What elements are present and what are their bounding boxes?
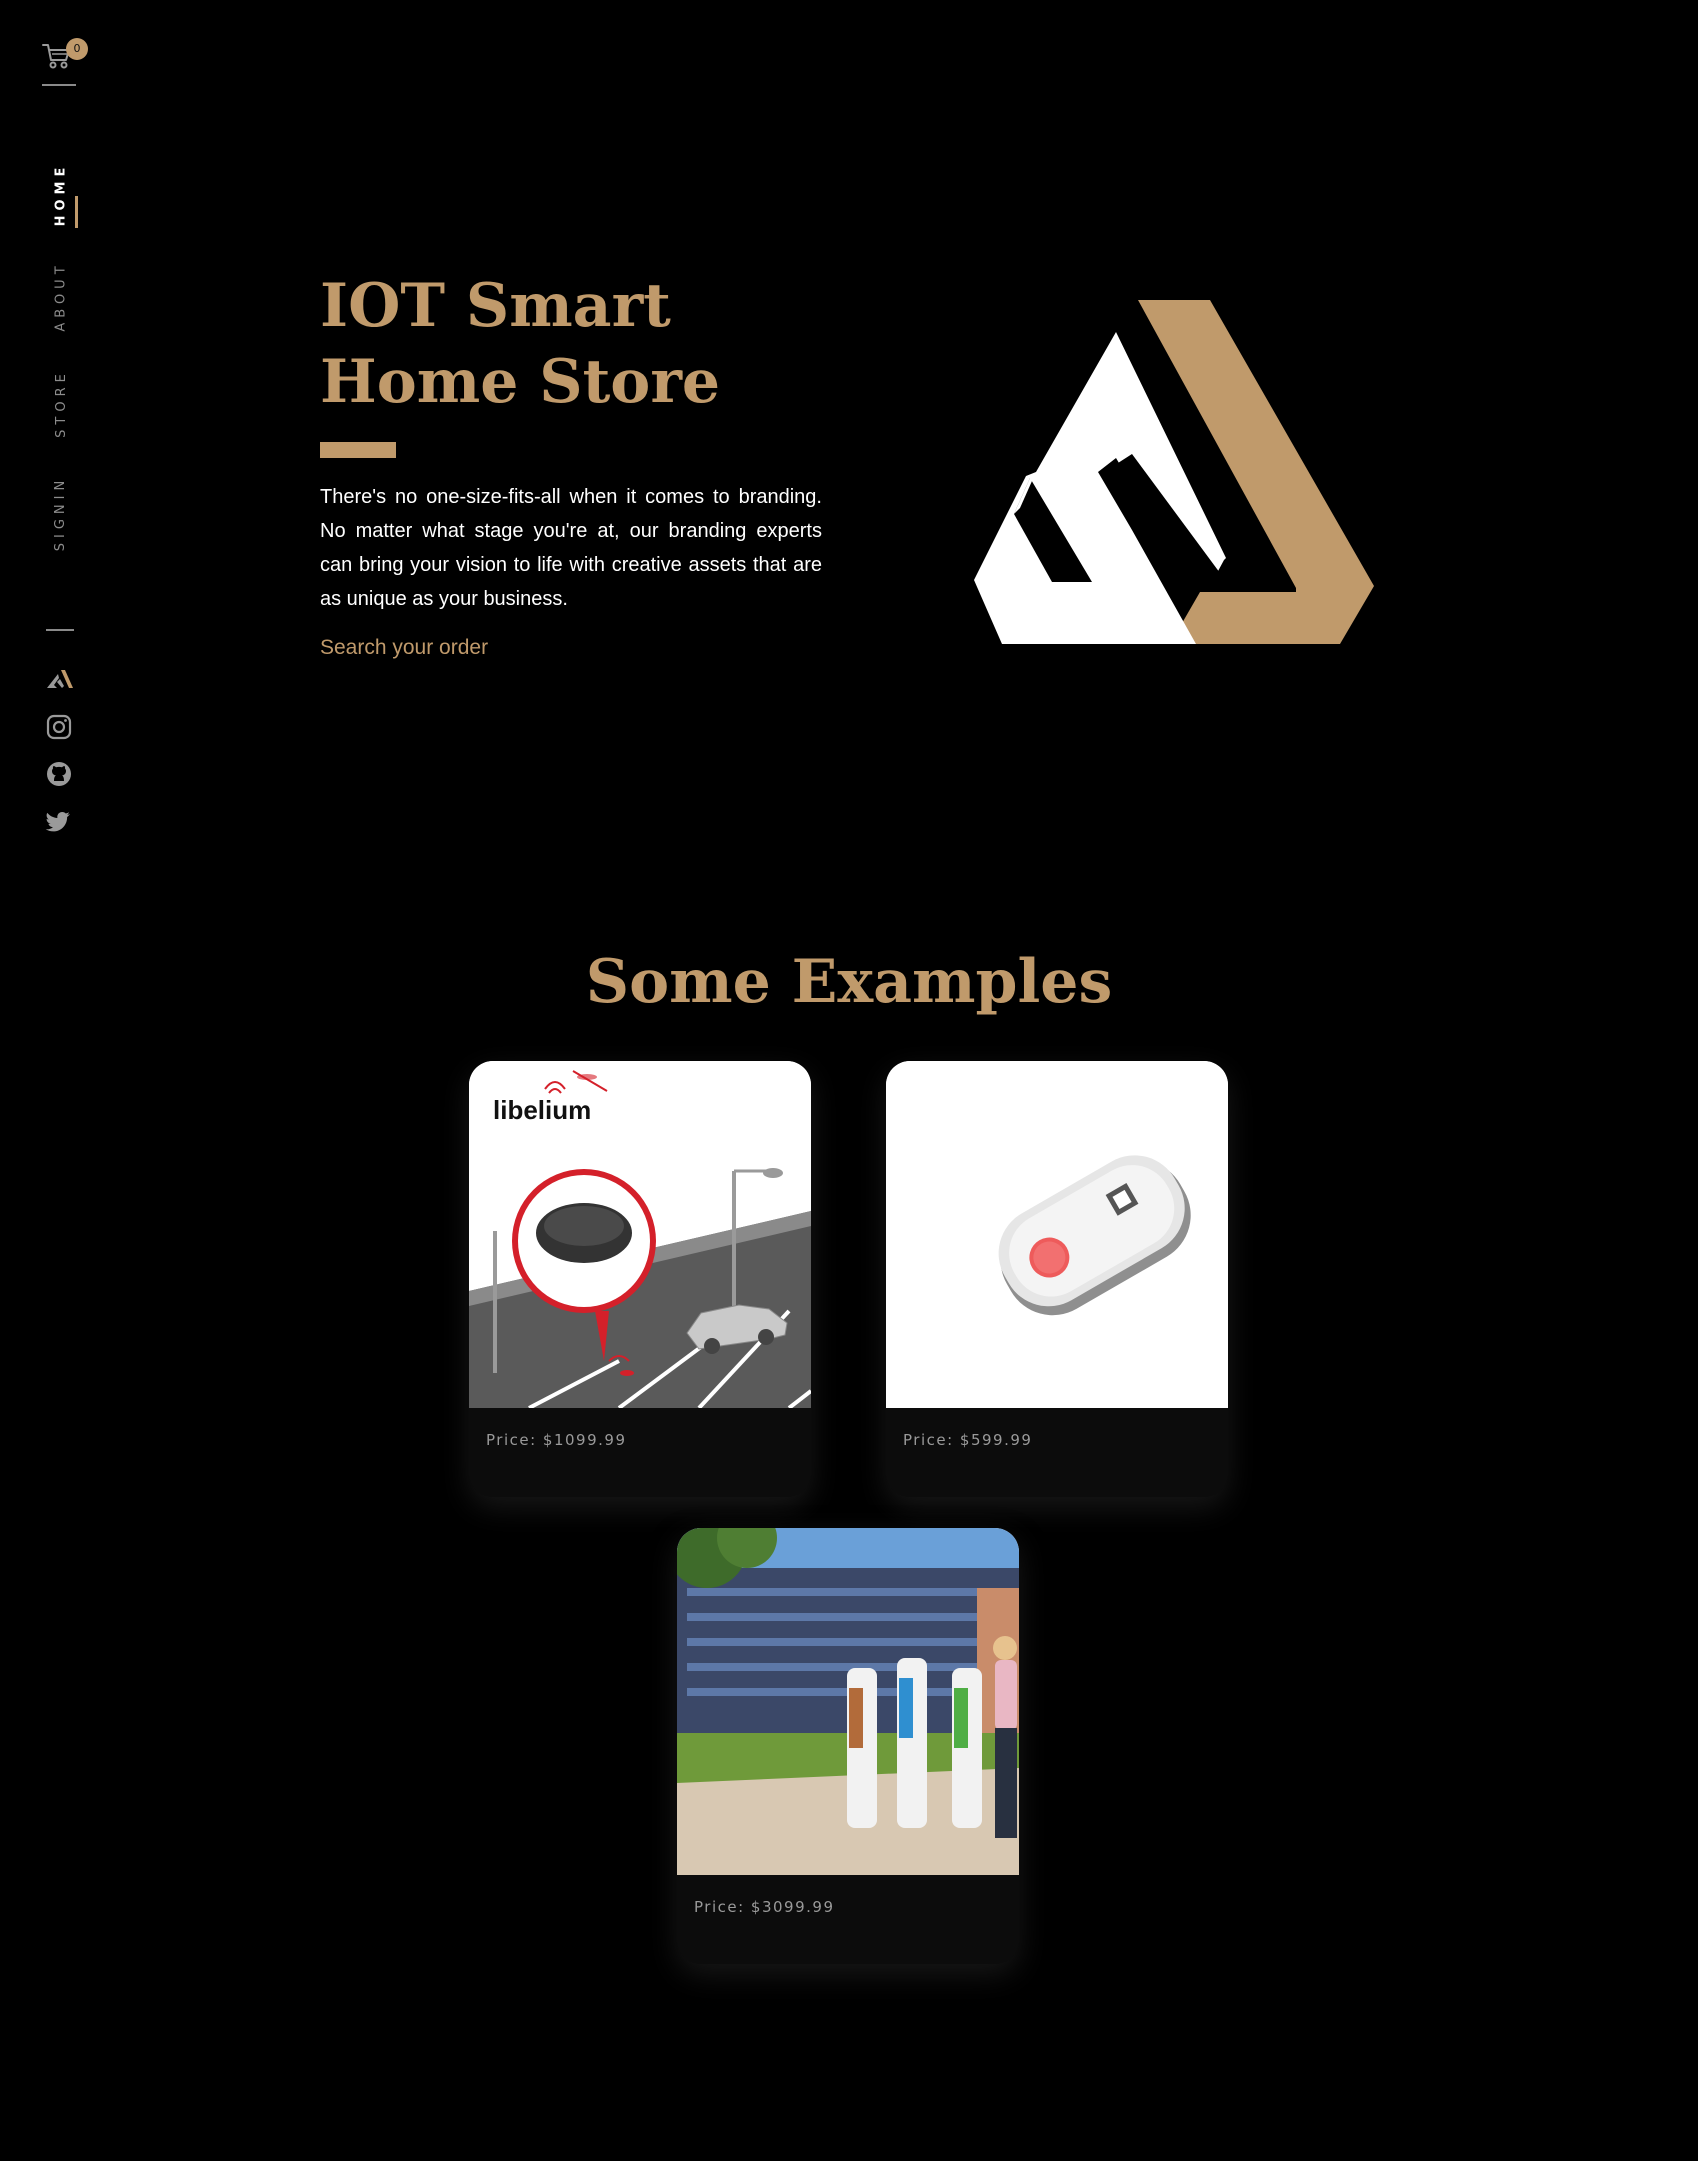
search-order-link[interactable]: Search your order bbox=[320, 636, 488, 660]
nav-item-store[interactable]: STORE bbox=[49, 362, 73, 444]
card-logo-text: libelium bbox=[493, 1095, 591, 1125]
product-image bbox=[677, 1528, 1019, 1875]
brand-logo-link[interactable] bbox=[45, 666, 73, 694]
instagram-link[interactable] bbox=[45, 713, 73, 741]
brand-logo-mark bbox=[974, 300, 1374, 644]
title-line-2: Home Store bbox=[320, 347, 721, 417]
nav-item-home[interactable]: HOME bbox=[49, 158, 73, 230]
twitter-link[interactable] bbox=[45, 807, 73, 835]
product-image bbox=[886, 1061, 1228, 1408]
charging-stations-image bbox=[677, 1528, 1019, 1875]
product-card[interactable]: libelium Price: $1099.99 bbox=[469, 1061, 811, 1497]
twitter-icon bbox=[45, 812, 70, 832]
nav-item-label: HOME bbox=[53, 162, 69, 226]
product-card[interactable]: Price: $3099.99 bbox=[677, 1528, 1019, 1964]
cart-count-badge: 0 bbox=[66, 38, 88, 60]
sensor-device-image bbox=[886, 1061, 1228, 1408]
nav-item-about[interactable]: ABOUT bbox=[49, 254, 73, 338]
instagram-icon bbox=[46, 714, 72, 740]
brand-logo bbox=[974, 298, 1376, 644]
nav-item-label: SIGNIN bbox=[53, 475, 69, 551]
product-image: libelium bbox=[469, 1061, 811, 1408]
nav-item-signin[interactable]: SIGNIN bbox=[49, 468, 73, 558]
brand-logo-icon bbox=[47, 670, 73, 688]
page-title: IOT Smart Home Store bbox=[320, 268, 840, 420]
sidebar-divider bbox=[46, 629, 74, 631]
github-icon bbox=[47, 762, 71, 786]
title-underline bbox=[320, 442, 396, 458]
card-price: Price: $599.99 bbox=[903, 1431, 1033, 1449]
github-link[interactable] bbox=[45, 760, 73, 788]
section-title: Some Examples bbox=[585, 947, 1113, 1017]
nav-active-indicator bbox=[75, 196, 78, 228]
cart-divider bbox=[42, 84, 76, 86]
nav-item-label: ABOUT bbox=[53, 260, 69, 332]
hero-description: There's no one-size-fits-all when it com… bbox=[320, 486, 822, 610]
nav-item-label: STORE bbox=[53, 368, 69, 438]
title-line-1: IOT Smart bbox=[320, 271, 671, 341]
card-price: Price: $3099.99 bbox=[694, 1898, 835, 1916]
parking-sensor-image: libelium bbox=[469, 1061, 811, 1408]
card-price: Price: $1099.99 bbox=[486, 1431, 627, 1449]
product-card[interactable]: Price: $599.99 bbox=[886, 1061, 1228, 1497]
